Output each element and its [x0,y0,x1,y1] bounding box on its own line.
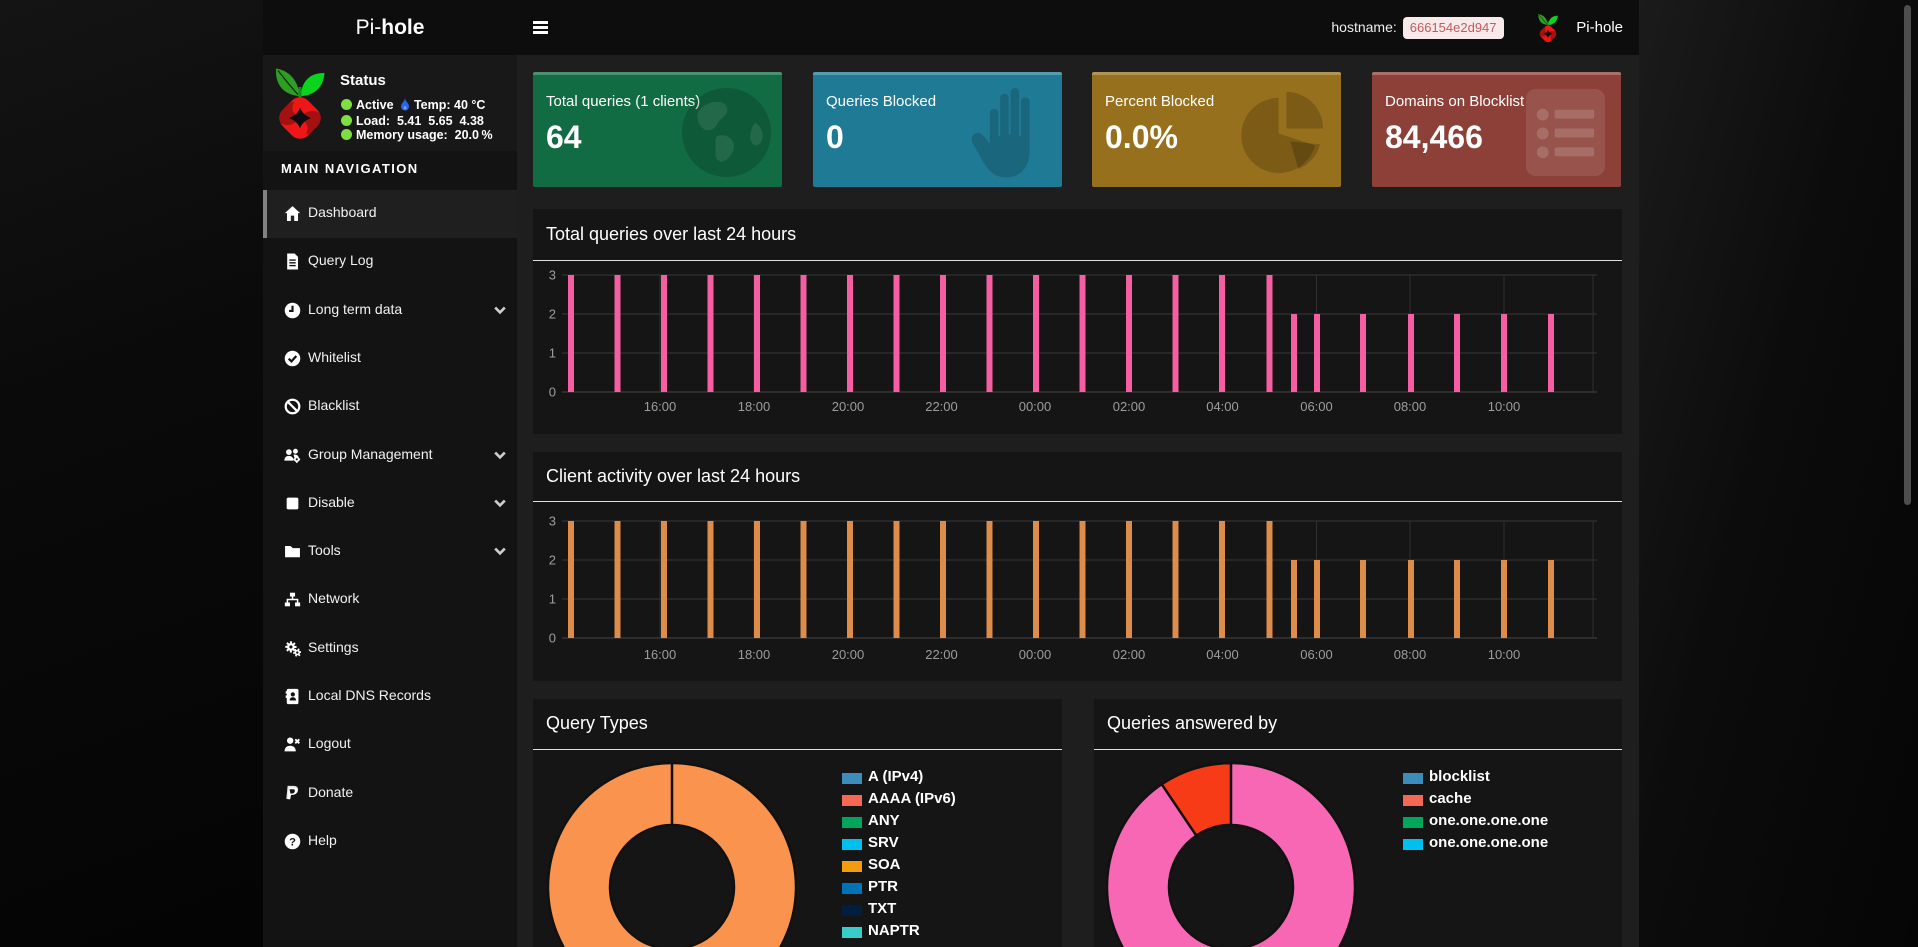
svg-text:02:00: 02:00 [1113,647,1146,662]
svg-text:10:00: 10:00 [1488,647,1521,662]
svg-text:22:00: 22:00 [925,399,958,414]
svg-text:04:00: 04:00 [1206,399,1239,414]
svg-text:3: 3 [549,514,556,529]
svg-text:06:00: 06:00 [1300,399,1333,414]
svg-text:2: 2 [549,553,556,568]
svg-text:02:00: 02:00 [1113,399,1146,414]
svg-text:22:00: 22:00 [925,647,958,662]
svg-text:0: 0 [549,385,556,400]
svg-text:2: 2 [549,307,556,322]
svg-text:08:00: 08:00 [1394,647,1427,662]
svg-text:16:00: 16:00 [644,399,677,414]
svg-text:1: 1 [549,592,556,607]
svg-text:18:00: 18:00 [738,399,771,414]
svg-text:00:00: 00:00 [1019,399,1052,414]
svg-text:18:00: 18:00 [738,647,771,662]
svg-text:10:00: 10:00 [1488,399,1521,414]
svg-text:04:00: 04:00 [1206,647,1239,662]
svg-text:20:00: 20:00 [832,647,865,662]
svg-text:?: ? [289,836,296,848]
svg-text:0: 0 [549,631,556,646]
svg-text:1: 1 [549,346,556,361]
svg-text:08:00: 08:00 [1394,399,1427,414]
svg-text:3: 3 [549,268,556,283]
svg-text:06:00: 06:00 [1300,647,1333,662]
svg-text:16:00: 16:00 [644,647,677,662]
svg-text:20:00: 20:00 [832,399,865,414]
svg-text:00:00: 00:00 [1019,647,1052,662]
